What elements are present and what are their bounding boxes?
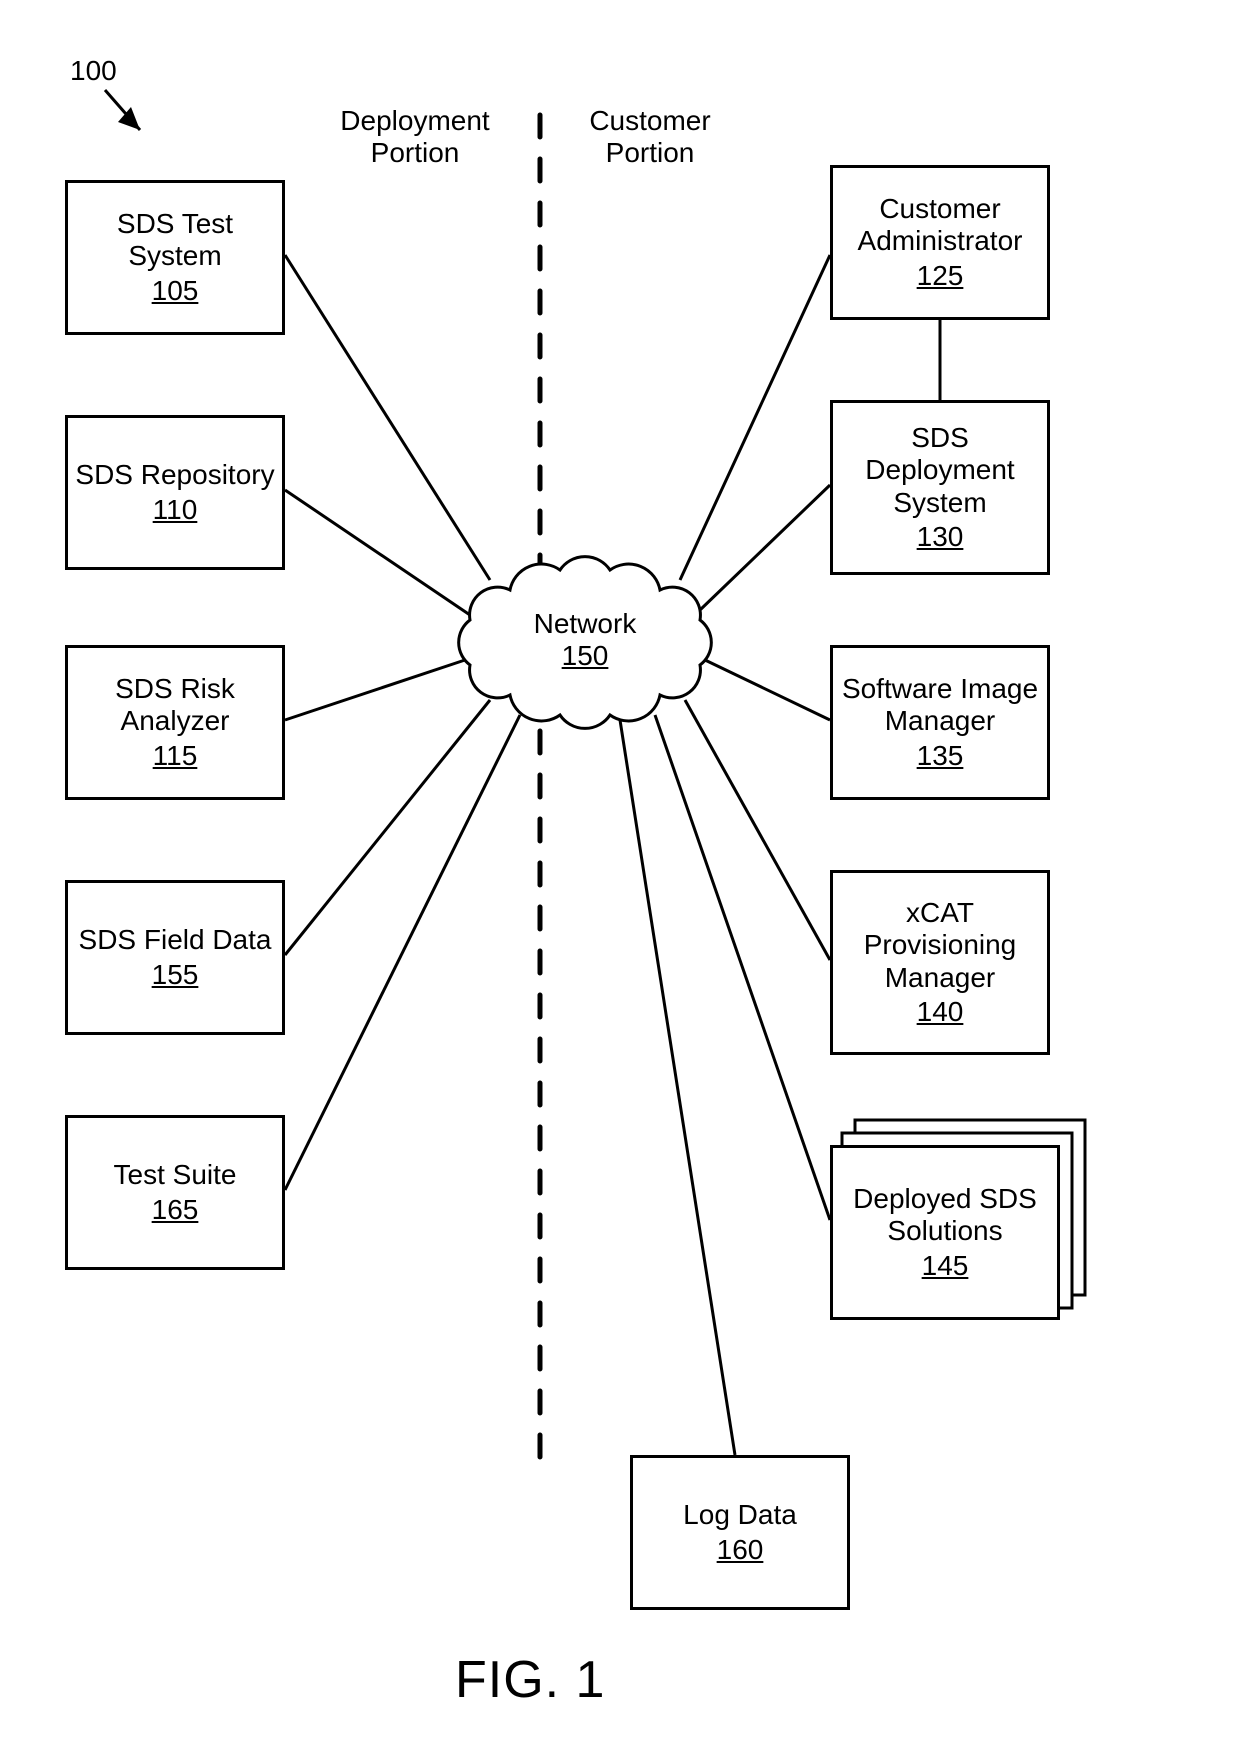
node-ref: 145 <box>922 1250 969 1282</box>
node-text: System <box>128 240 221 272</box>
node-deployed-sds-solutions: Deployed SDS Solutions 145 <box>830 1145 1060 1320</box>
node-log-data: Log Data 160 <box>630 1455 850 1610</box>
node-text: Test Suite <box>114 1159 237 1191</box>
node-text: Manager <box>885 962 996 994</box>
node-software-image-manager: Software Image Manager 135 <box>830 645 1050 800</box>
node-xcat-provisioning-manager: xCAT Provisioning Manager 140 <box>830 870 1050 1055</box>
node-customer-administrator: Customer Administrator 125 <box>830 165 1050 320</box>
node-ref: 135 <box>917 740 964 772</box>
figure-caption: FIG. 1 <box>455 1650 605 1710</box>
node-text: SDS Test <box>117 208 233 240</box>
node-ref: 105 <box>152 275 199 307</box>
node-text: SDS Repository <box>75 459 274 491</box>
node-text: SDS Field Data <box>79 924 272 956</box>
node-text: Deployed SDS <box>853 1183 1037 1215</box>
node-ref: 155 <box>152 959 199 991</box>
node-sds-deployment-system: SDS Deployment System 130 <box>830 400 1050 575</box>
network-cloud-label: Network 150 <box>485 608 685 672</box>
node-text: Manager <box>885 705 996 737</box>
node-text: Customer <box>879 193 1000 225</box>
figure-stage: 100 Deployment Portion Customer Portion … <box>0 0 1240 1745</box>
node-text: Solutions <box>887 1215 1002 1247</box>
network-ref: 150 <box>562 640 609 671</box>
section-right-line1: Customer <box>589 105 710 136</box>
node-sds-repository: SDS Repository 110 <box>65 415 285 570</box>
section-left-line1: Deployment <box>340 105 489 136</box>
node-ref: 140 <box>917 996 964 1028</box>
figure-number: 100 <box>70 55 117 87</box>
node-text: Administrator <box>858 225 1023 257</box>
node-text: xCAT <box>906 897 974 929</box>
node-sds-test-system: SDS Test System 105 <box>65 180 285 335</box>
node-test-suite: Test Suite 165 <box>65 1115 285 1270</box>
caption-text: FIG. 1 <box>455 1651 605 1709</box>
node-ref: 160 <box>717 1534 764 1566</box>
node-text: Provisioning <box>864 929 1017 961</box>
node-text: Software Image <box>842 673 1038 705</box>
node-text: SDS Risk <box>115 673 235 705</box>
node-text: System <box>893 487 986 519</box>
node-text: Analyzer <box>121 705 230 737</box>
section-left-line2: Portion <box>371 137 460 168</box>
node-ref: 115 <box>153 740 198 772</box>
node-ref: 130 <box>917 521 964 553</box>
node-text: SDS <box>911 422 969 454</box>
node-ref: 125 <box>917 260 964 292</box>
network-label: Network <box>534 608 637 639</box>
section-right-line2: Portion <box>606 137 695 168</box>
customer-portion-label: Customer Portion <box>560 105 740 169</box>
node-text: Log Data <box>683 1499 797 1531</box>
node-ref: 165 <box>152 1194 199 1226</box>
node-text: Deployment <box>865 454 1014 486</box>
node-ref: 110 <box>153 494 198 526</box>
deployment-portion-label: Deployment Portion <box>320 105 510 169</box>
figure-number-label: 100 <box>70 55 117 86</box>
node-sds-risk-analyzer: SDS Risk Analyzer 115 <box>65 645 285 800</box>
node-sds-field-data: SDS Field Data 155 <box>65 880 285 1035</box>
